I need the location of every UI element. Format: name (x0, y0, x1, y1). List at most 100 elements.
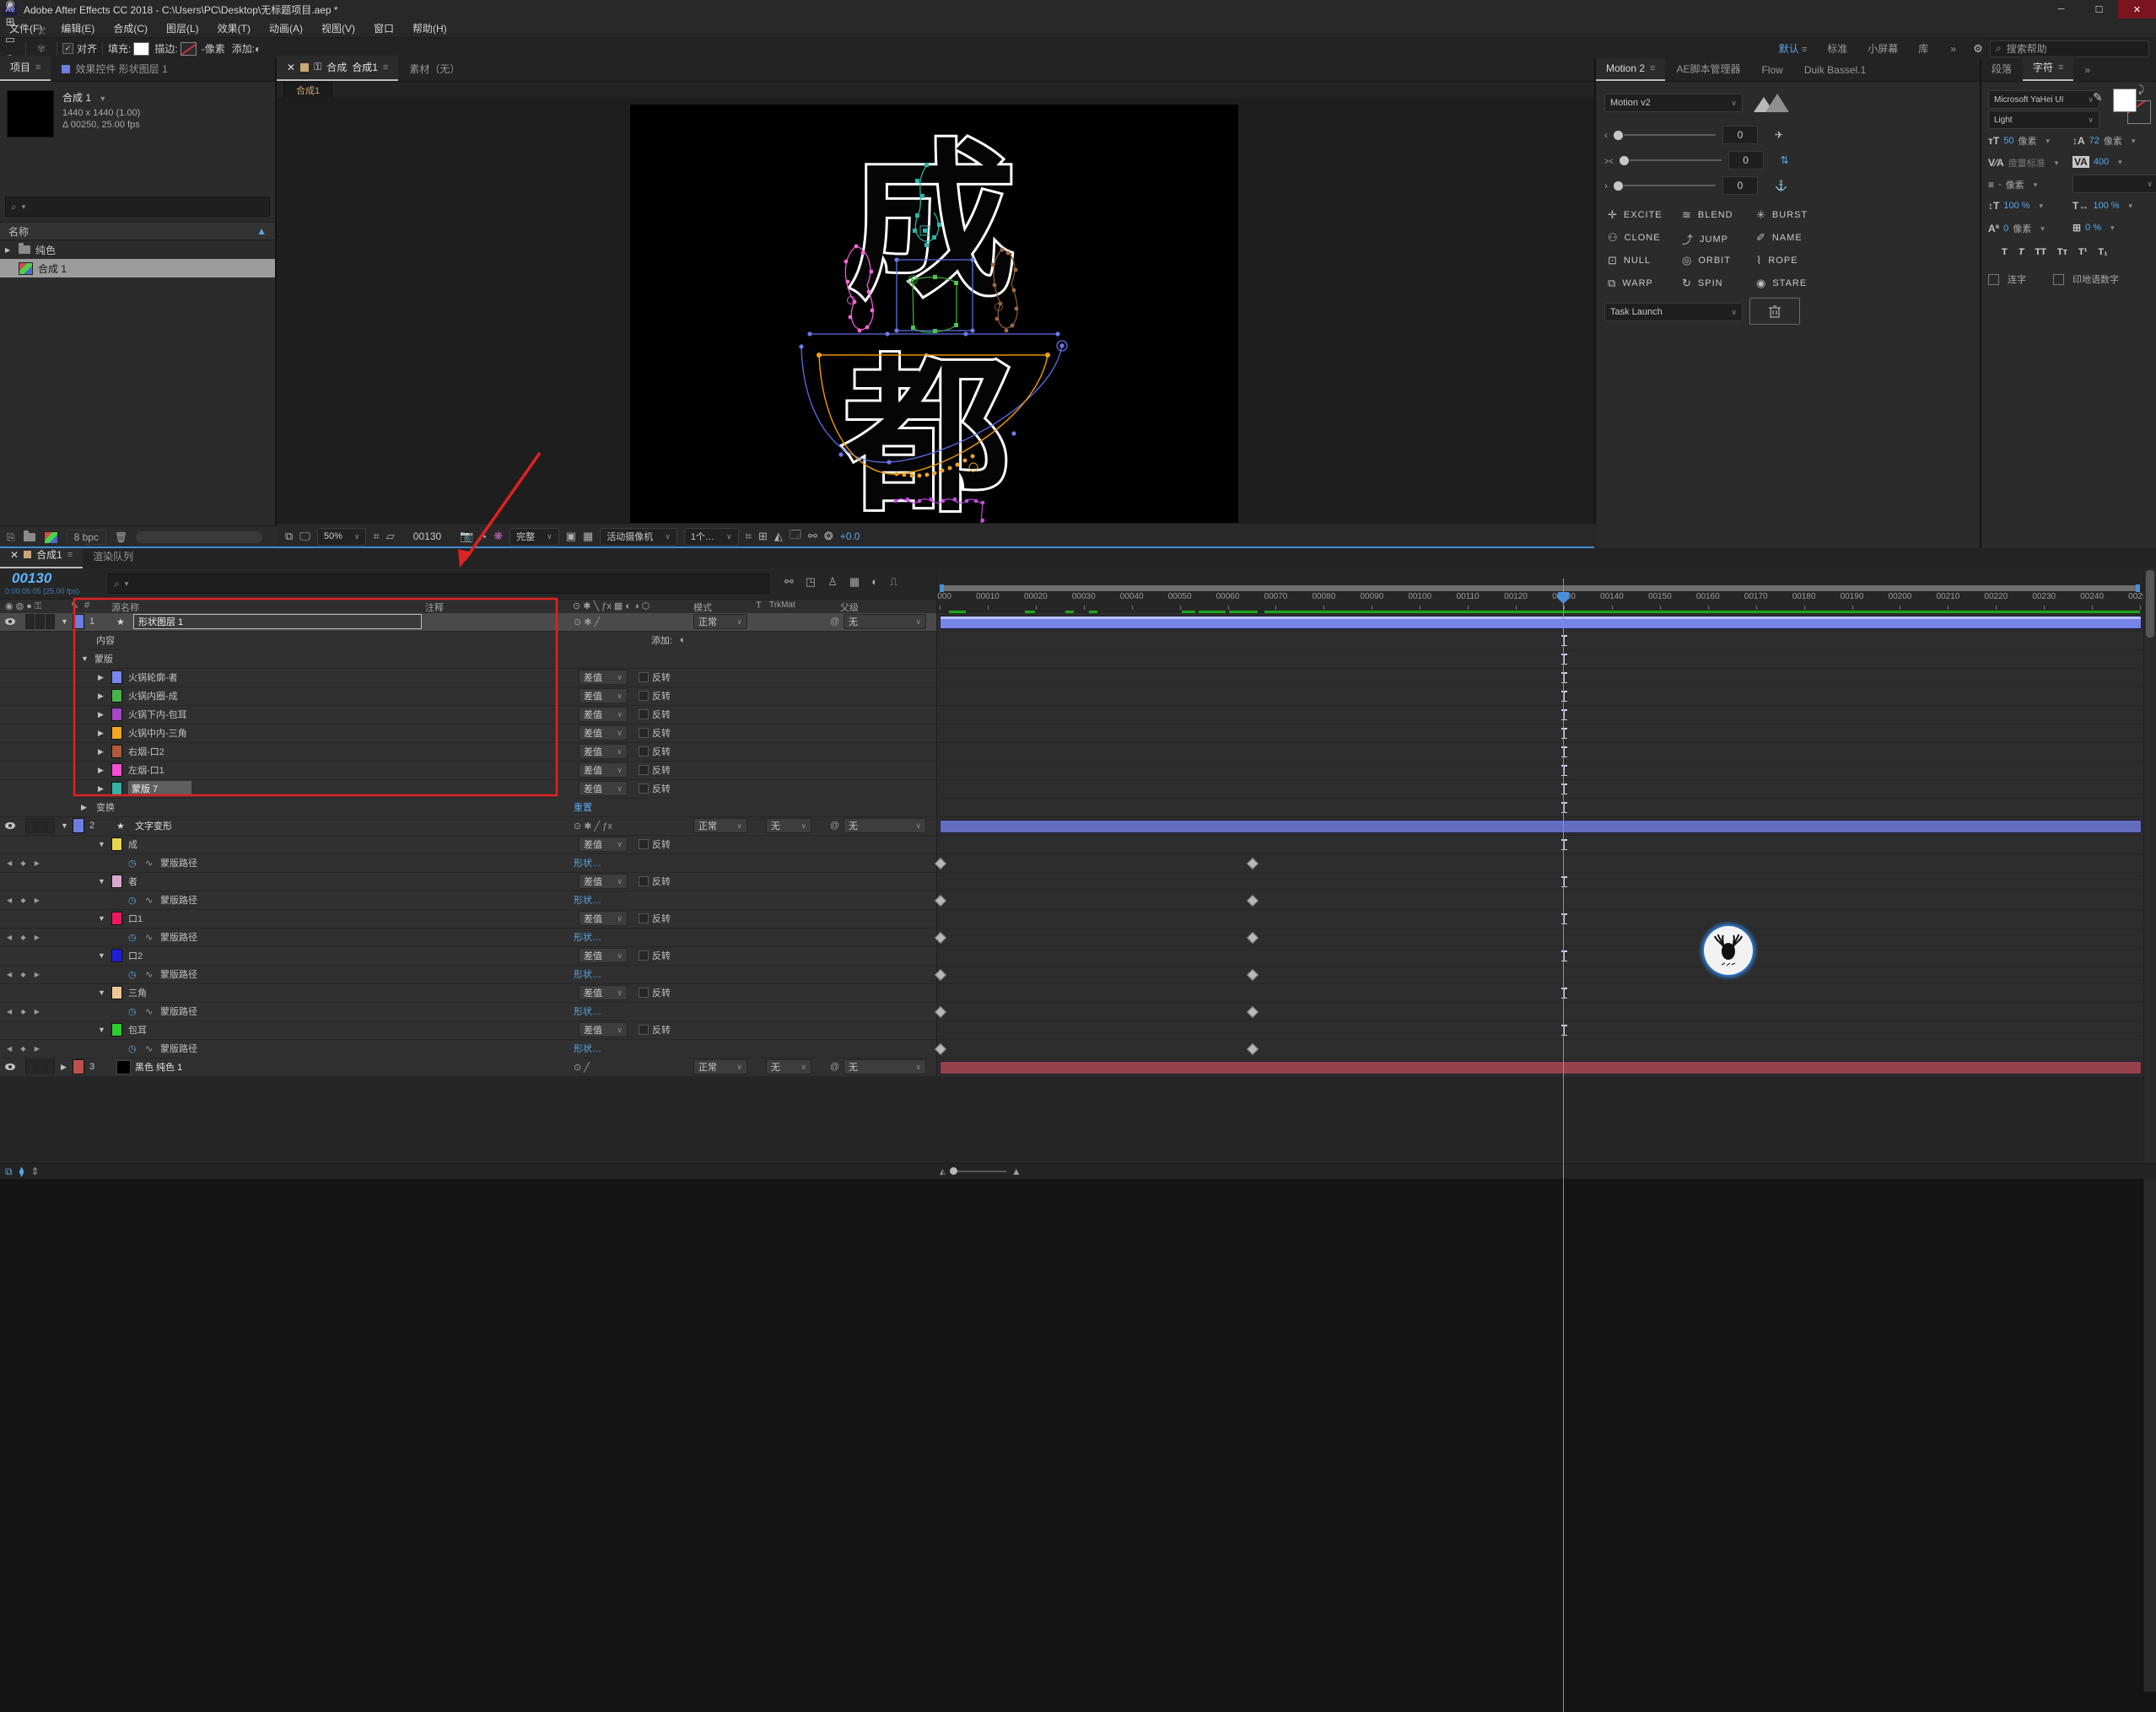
parent-select-box[interactable]: 无 ∨ (844, 818, 926, 833)
mode-select-box[interactable]: 正常 ∨ (693, 818, 747, 833)
mask-color-swatch[interactable] (111, 780, 122, 797)
source-name-column[interactable]: 源名称 (111, 600, 139, 614)
twirl-icon[interactable]: ▼ (61, 817, 68, 834)
close-icon[interactable]: ✕ (10, 549, 19, 561)
track-area[interactable] (934, 854, 2156, 872)
track-area[interactable] (936, 724, 2156, 742)
motion-delete-button[interactable] (1749, 298, 1800, 325)
shy-icon[interactable]: ♙ (827, 575, 838, 589)
anchor-icon[interactable]: ⚓ (1775, 180, 1787, 191)
property-row[interactable]: ▼ 蒙版 (0, 650, 2156, 669)
hindi-digits-checkbox[interactable] (2053, 273, 2064, 285)
add-flyout-icon[interactable]: ◐ (680, 632, 686, 649)
invert-checkbox[interactable]: 反转 (639, 910, 671, 927)
keyframe-diamond[interactable] (934, 857, 947, 870)
mask-mode-select[interactable]: 差值 ∨ (579, 669, 628, 686)
chevron-down-icon[interactable]: ▾ (2118, 158, 2122, 167)
mask-color-swatch[interactable] (111, 669, 122, 686)
current-timecode[interactable]: 00130 (12, 570, 51, 587)
stroke-style-select[interactable]: ∨ (2072, 175, 2156, 193)
layer-duration-bar[interactable] (940, 820, 2142, 833)
mask-row[interactable]: ▶ 火锅轮廓-者 差值 ∨ 反转 (0, 669, 2156, 687)
mask-row[interactable]: ▼ 成 差值 ∨ 反转 (0, 836, 2156, 854)
playhead-line[interactable] (1562, 579, 1564, 1712)
property-label[interactable]: 内容 (96, 632, 115, 649)
slider-value[interactable]: 0 (1722, 176, 1758, 195)
new-composition-icon[interactable] (43, 530, 58, 544)
zoom-slider-knob[interactable] (949, 1167, 957, 1175)
reset-exposure-icon[interactable]: ❂ (824, 530, 833, 543)
motion-button-burst[interactable]: ✳ BURST (1756, 208, 1808, 222)
primary-viewer-icon[interactable]: 🖵 (299, 530, 310, 543)
mask-row[interactable]: ▶ 右烟-口2 差值 ∨ 反转 (0, 743, 2156, 762)
parent-select[interactable]: 无 ∨ (844, 613, 926, 630)
twirl-icon[interactable]: ▼ (98, 873, 105, 890)
tab-Motion 2[interactable]: Motion 2 ≡ (1596, 58, 1666, 81)
layer-switches[interactable]: ⊙ ✱ ╱ ƒx (574, 817, 612, 834)
vertical-scale-value[interactable]: 100 % (2003, 201, 2029, 211)
motion-preset-select[interactable]: Motion v2 ∨ (1604, 94, 1743, 112)
chevron-down-icon[interactable]: ▾ (2055, 159, 2059, 168)
mask-name[interactable]: 蒙版 7 (128, 780, 192, 797)
comp-timecode[interactable]: 00130 (413, 530, 441, 542)
mountains-icon[interactable] (1752, 92, 1791, 114)
shape-link[interactable]: 形状… (574, 891, 601, 908)
mask-color-swatch[interactable] (111, 984, 122, 1001)
tab-footage[interactable]: 素材（无） (399, 57, 470, 81)
track-area[interactable] (934, 966, 2156, 983)
mask-row[interactable]: ▶ 蒙版 7 差值 ∨ 反转 (0, 780, 2156, 799)
layer-name-edit[interactable]: 形状图层 1 (133, 613, 422, 630)
timeline-button-icon[interactable]: 🗔 (790, 527, 801, 546)
time-ruler[interactable]: 00000 00010 00020 00030 00040 00050 00060 00070… (936, 568, 2145, 613)
mask-mode-select[interactable]: 差值 ∨ (579, 743, 628, 760)
shape-link[interactable]: 形状… (574, 854, 601, 871)
maskpath-label[interactable]: 蒙版路径 (160, 966, 197, 983)
twirl-icon[interactable]: ▶ (98, 687, 104, 704)
layer-switch-cells[interactable] (25, 1058, 55, 1075)
mask-mode-select[interactable]: 差值 ∨ (579, 724, 628, 741)
chevron-down-icon[interactable]: ▾ (2040, 224, 2045, 234)
invert-checkbox[interactable]: 反转 (639, 984, 671, 1001)
track-area[interactable] (936, 706, 2156, 724)
menu-item-视图(V)[interactable]: 视图(V) (312, 21, 364, 35)
magnification-select[interactable]: 50% ∨ (316, 527, 367, 546)
maskpath-label[interactable]: 蒙版路径 (160, 891, 197, 908)
lock-icon[interactable]: ⚿ (314, 61, 321, 73)
track-area[interactable] (934, 891, 2156, 909)
keyframe-navigator[interactable]: ◀ ◆ ▶ (7, 966, 43, 983)
stopwatch-icon[interactable]: ◷ (128, 966, 137, 983)
mask-mode-select[interactable]: 差值 ∨ (579, 947, 628, 964)
snap-checkbox[interactable]: ✓ (62, 43, 73, 54)
mask-row[interactable]: ▼ 者 差值 ∨ 反转 (0, 873, 2156, 891)
maskpath-label[interactable]: 蒙版路径 (160, 929, 197, 945)
track-area[interactable] (936, 613, 2156, 631)
menu-item-编辑(E)[interactable]: 编辑(E) (51, 21, 104, 35)
twirl-icon[interactable]: ▶ (98, 724, 104, 741)
mask-row[interactable]: ▶ 火锅内圈-成 差值 ∨ 反转 (0, 687, 2156, 706)
motion-button-spin[interactable]: ↻ SPIN (1682, 277, 1723, 290)
shape-link[interactable]: 形状… (574, 929, 601, 945)
project-item-纯色[interactable]: ▶ 纯色 (0, 240, 275, 259)
task-launch-select[interactable]: Task Launch ∨ (1604, 303, 1743, 321)
mask-row[interactable]: ▼ 三角 差值 ∨ 反转 (0, 984, 2156, 1003)
type-style-button-5[interactable]: T₁ (2098, 247, 2107, 257)
project-item-合成 1[interactable]: 合成 1 (0, 259, 275, 277)
mode-select-box[interactable]: 正常 ∨ (693, 1059, 747, 1074)
stroke-swatch[interactable] (180, 41, 197, 56)
shape-tool[interactable]: ▭ (0, 31, 20, 49)
keyframe-diamond[interactable] (934, 1005, 947, 1019)
twirl-icon[interactable]: ▶ (98, 762, 104, 778)
track-area[interactable] (936, 650, 2156, 668)
mask-mode-select-box[interactable]: 差值 ∨ (579, 688, 628, 703)
workspace-标准[interactable]: 标准 (1817, 43, 1857, 55)
stopwatch-icon[interactable]: ◷ (128, 854, 137, 871)
slider-knob[interactable] (1613, 180, 1624, 191)
slider-track[interactable] (1613, 180, 1716, 191)
invert-checkbox[interactable]: 反转 (639, 873, 671, 890)
slider-track[interactable] (1613, 130, 1716, 141)
pixel-aspect-icon[interactable]: ⊞ (758, 530, 768, 543)
stopwatch-icon[interactable]: ◷ (128, 1003, 137, 1020)
swap-fill-stroke-icon[interactable]: ⤸ (2138, 83, 2144, 96)
trkmat-column[interactable]: TrkMat (769, 600, 795, 610)
tsume-value[interactable]: 0 % (2085, 223, 2101, 233)
